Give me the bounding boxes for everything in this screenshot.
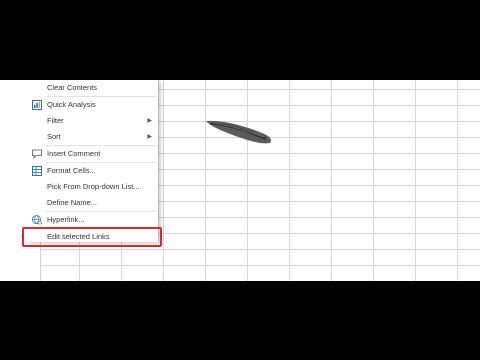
submenu-arrow-icon: ▶ — [147, 134, 152, 140]
submenu-arrow-icon: ▶ — [147, 118, 152, 124]
menu-item-pick-from-dropdown[interactable]: Pick From Drop-down List... — [27, 179, 158, 195]
menu-item-format-cells[interactable]: Format Cells... — [27, 163, 158, 179]
menu-item-quick-analysis[interactable]: Quick Analysis — [27, 97, 158, 113]
menu-item-label: Filter — [47, 116, 64, 125]
menu-item-label: Quick Analysis — [47, 100, 96, 109]
menu-item-label: Sort — [47, 132, 61, 141]
brush-stroke-graphic — [206, 120, 272, 144]
menu-item-label: Hyperlink... — [47, 215, 85, 224]
menu-item-label: Clear Contents — [47, 83, 98, 92]
comment-icon — [32, 149, 42, 159]
hyperlink-icon — [32, 215, 42, 225]
letterbox-bottom — [0, 281, 480, 360]
menu-item-label: Pick From Drop-down List... — [47, 182, 140, 191]
menu-item-hyperlink[interactable]: Hyperlink... — [27, 212, 158, 228]
menu-item-label: Format Cells... — [47, 166, 96, 175]
menu-item-label: Define Name... — [47, 198, 98, 207]
highlight-box — [22, 227, 162, 247]
format-cells-icon — [32, 166, 42, 176]
letterbox-top — [0, 0, 480, 80]
menu-item-sort[interactable]: Sort ▶ — [27, 129, 158, 145]
menu-item-clear-contents[interactable]: Clear Contents — [27, 80, 158, 96]
menu-item-insert-comment[interactable]: Insert Comment — [27, 146, 158, 162]
menu-item-define-name[interactable]: Define Name... — [27, 195, 158, 211]
menu-item-label: Insert Comment — [47, 149, 101, 158]
menu-item-filter[interactable]: Filter ▶ — [27, 113, 158, 129]
context-menu: Clear Contents Quick Analysis Filter ▶ S… — [27, 80, 159, 242]
quick-analysis-icon — [32, 100, 42, 110]
